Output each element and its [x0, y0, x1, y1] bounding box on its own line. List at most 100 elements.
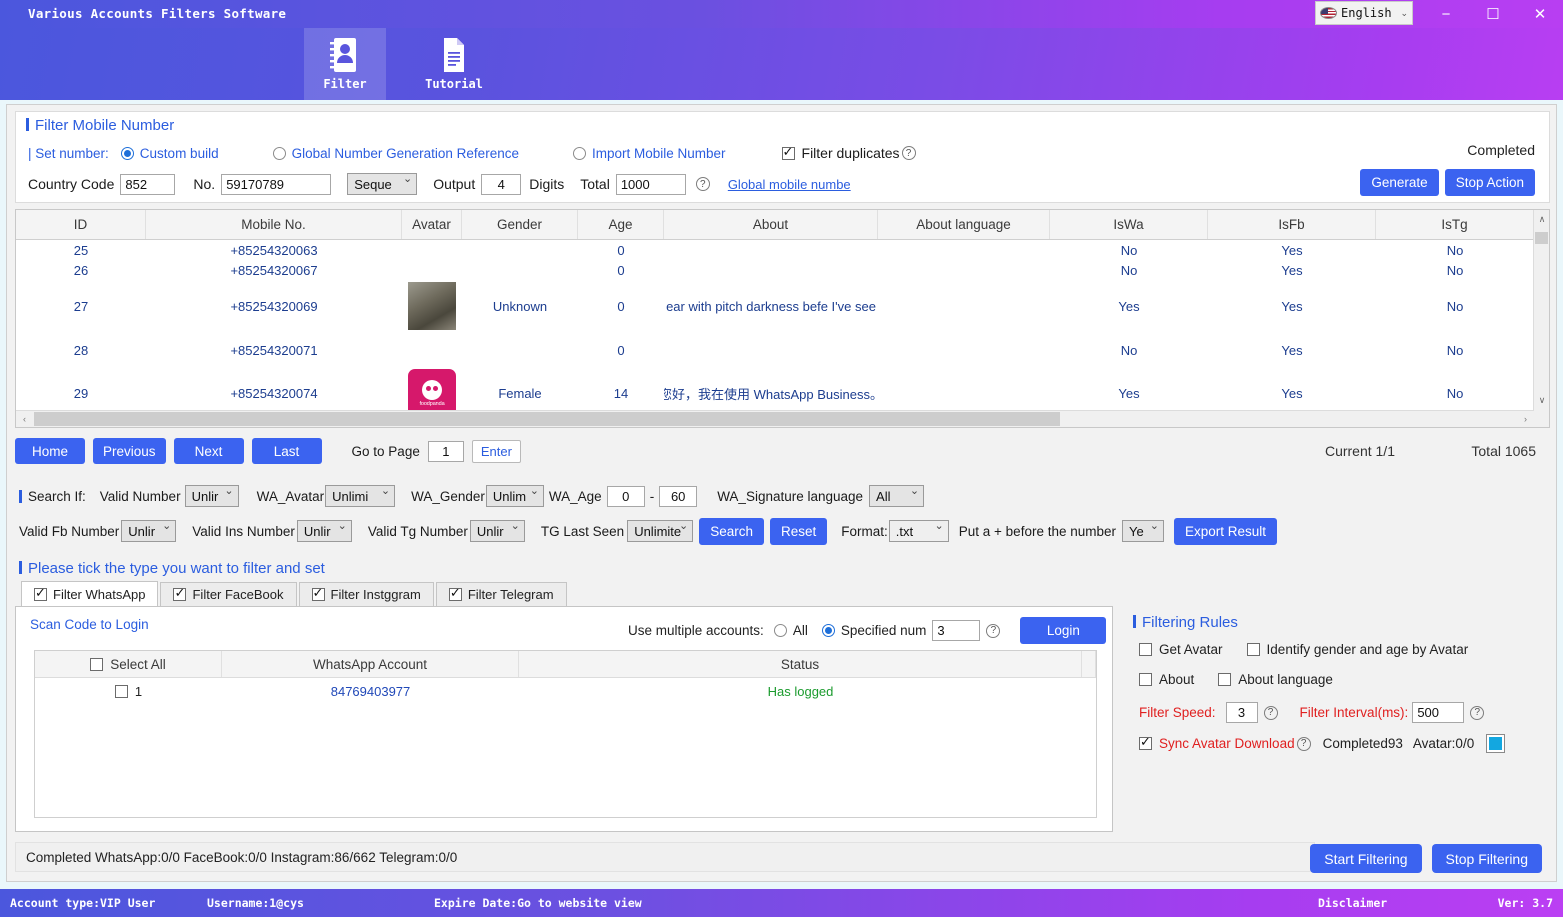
table-row[interactable]: 27 +85254320069 Unknown 0 ear with pitch… — [16, 280, 1534, 332]
total-input[interactable]: 1000 — [615, 173, 686, 195]
no-input[interactable]: 59170789 — [221, 173, 332, 195]
tab-instagram-checkbox[interactable] — [311, 585, 325, 601]
radio-all-accounts[interactable] — [773, 624, 787, 637]
close-button[interactable]: ✕ — [1517, 0, 1563, 28]
valid-ins-select[interactable]: Unlir — [296, 520, 352, 542]
scroll-up-icon[interactable]: ∧ — [1534, 210, 1549, 228]
col-header-age[interactable]: Age — [578, 210, 664, 239]
table-row[interactable]: 25 +85254320063 0 No Yes No — [16, 240, 1534, 260]
language-selector[interactable]: English ⌄ — [1315, 1, 1413, 25]
col-header-about-language[interactable]: About language — [878, 210, 1050, 239]
search-button[interactable]: Search — [699, 517, 764, 545]
radio-import-mobile[interactable] — [572, 146, 586, 160]
tg-last-seen-select[interactable]: Unlimite — [627, 520, 694, 542]
footer-expire-date[interactable]: Expire Date:Go to website view — [434, 896, 642, 910]
valid-number-select[interactable]: Unlir — [184, 485, 239, 507]
table-row[interactable]: 26 +85254320067 0 No Yes No — [16, 260, 1534, 280]
scroll-right-icon[interactable]: › — [1517, 411, 1534, 427]
stop-filtering-button[interactable]: Stop Filtering — [1431, 844, 1542, 873]
wa-gender-select[interactable]: Unlim — [485, 485, 544, 507]
table-vertical-scrollbar[interactable]: ∧ ∨ — [1533, 210, 1549, 427]
minimize-button[interactable]: − — [1423, 0, 1469, 28]
select-all-checkbox[interactable] — [90, 657, 104, 671]
export-result-button[interactable]: Export Result — [1174, 517, 1278, 545]
radio-specified-num[interactable] — [821, 624, 835, 637]
generate-button[interactable]: Generate — [1360, 169, 1439, 196]
select-all-header[interactable]: Select All — [35, 651, 222, 677]
col-header-istg[interactable]: IsTg — [1376, 210, 1534, 239]
global-mobile-number-link[interactable]: Global mobile numbe — [728, 177, 851, 192]
get-avatar-checkbox[interactable] — [1139, 643, 1152, 656]
filter-interval-help-icon[interactable]: ? — [1470, 705, 1485, 720]
specified-num-input[interactable]: 3 — [932, 620, 981, 641]
col-header-id[interactable]: ID — [16, 210, 146, 239]
filter-duplicates-checkbox[interactable] — [781, 144, 795, 160]
col-header-about[interactable]: About — [664, 210, 878, 239]
identify-gender-checkbox[interactable] — [1246, 643, 1260, 656]
row-account-number[interactable]: 84769403977 — [222, 678, 519, 704]
radio-custom-build[interactable] — [120, 146, 134, 160]
country-code-input[interactable]: 852 — [120, 173, 176, 195]
scroll-down-icon[interactable]: ∨ — [1534, 391, 1549, 409]
progress-indicator-box[interactable] — [1486, 734, 1506, 753]
col-header-iswa[interactable]: IsWa — [1050, 210, 1208, 239]
goto-page-input[interactable]: 1 — [427, 440, 464, 462]
col-header-avatar[interactable]: Avatar — [402, 210, 462, 239]
sequence-mode-select[interactable]: Seque — [347, 173, 418, 195]
tab-filter-instagram[interactable]: Filter Instggram — [298, 582, 434, 606]
tab-facebook-checkbox[interactable] — [173, 585, 187, 601]
valid-fb-select[interactable]: Unlir — [121, 520, 177, 542]
accounts-row-select[interactable]: 1 — [35, 678, 222, 704]
maximize-button[interactable]: ☐ — [1470, 0, 1516, 28]
col-header-isfb[interactable]: IsFb — [1208, 210, 1376, 239]
tab-filter-facebook[interactable]: Filter FaceBook — [160, 582, 297, 606]
col-header-mobile[interactable]: Mobile No. — [146, 210, 402, 239]
scan-code-to-login-link[interactable]: Scan Code to Login — [30, 617, 149, 632]
table-row[interactable]: 28 +85254320071 0 No Yes No — [16, 332, 1534, 368]
status-column-header[interactable]: Status — [519, 651, 1082, 677]
wa-signature-language-select[interactable]: All — [869, 485, 925, 507]
sync-avatar-checkbox[interactable] — [1139, 734, 1152, 750]
account-column-header[interactable]: WhatsApp Account — [222, 651, 519, 677]
accounts-row[interactable]: 1 84769403977 Has logged — [35, 678, 1096, 704]
scroll-left-icon[interactable]: ‹ — [16, 411, 33, 427]
home-button[interactable]: Home — [15, 438, 85, 464]
wa-age-max-input[interactable]: 60 — [659, 485, 698, 507]
wa-avatar-select[interactable]: Unlimi — [325, 485, 396, 507]
table-horizontal-scrollbar[interactable]: ‹ › — [16, 410, 1534, 427]
last-button[interactable]: Last — [251, 438, 322, 464]
tab-whatsapp-checkbox[interactable] — [34, 585, 47, 601]
about-language-checkbox[interactable] — [1218, 673, 1232, 686]
login-button[interactable]: Login — [1020, 617, 1107, 644]
filter-speed-help-icon[interactable]: ? — [1263, 705, 1278, 720]
output-digits-input[interactable]: 4 — [481, 173, 522, 195]
next-button[interactable]: Next — [173, 438, 244, 464]
wa-age-min-input[interactable]: 0 — [606, 485, 645, 507]
previous-button[interactable]: Previous — [93, 438, 166, 464]
tab-telegram-checkbox[interactable] — [448, 585, 462, 601]
tab-filter-whatsapp[interactable]: Filter WhatsApp — [21, 581, 159, 606]
horizontal-scroll-thumb[interactable] — [34, 412, 1060, 426]
sync-avatar-help-icon[interactable]: ? — [1296, 736, 1311, 751]
radio-global-reference[interactable] — [272, 146, 286, 160]
enter-button[interactable]: Enter — [471, 439, 521, 463]
nav-item-tutorial[interactable]: Tutorial — [413, 28, 495, 100]
filter-speed-input[interactable]: 3 — [1225, 702, 1258, 723]
valid-tg-select[interactable]: Unlir — [469, 520, 525, 542]
plus-prefix-select[interactable]: Ye — [1122, 520, 1164, 542]
vertical-scroll-thumb[interactable] — [1535, 232, 1548, 244]
nav-item-filter[interactable]: Filter — [304, 28, 386, 100]
total-help-icon[interactable]: ? — [695, 177, 710, 191]
footer-disclaimer[interactable]: Disclaimer — [1318, 896, 1387, 910]
col-header-gender[interactable]: Gender — [462, 210, 578, 239]
start-filtering-button[interactable]: Start Filtering — [1310, 844, 1422, 873]
reset-button[interactable]: Reset — [769, 517, 828, 545]
about-checkbox[interactable] — [1139, 673, 1152, 686]
specified-num-help-icon[interactable]: ? — [986, 623, 1001, 638]
filter-interval-input[interactable]: 500 — [1412, 702, 1465, 723]
row-select-checkbox[interactable] — [114, 684, 128, 698]
stop-action-button[interactable]: Stop Action — [1444, 169, 1535, 196]
format-select[interactable]: .txt — [888, 520, 949, 542]
filter-duplicates-help-icon[interactable]: ? — [901, 146, 916, 160]
tab-filter-telegram[interactable]: Filter Telegram — [435, 582, 567, 606]
